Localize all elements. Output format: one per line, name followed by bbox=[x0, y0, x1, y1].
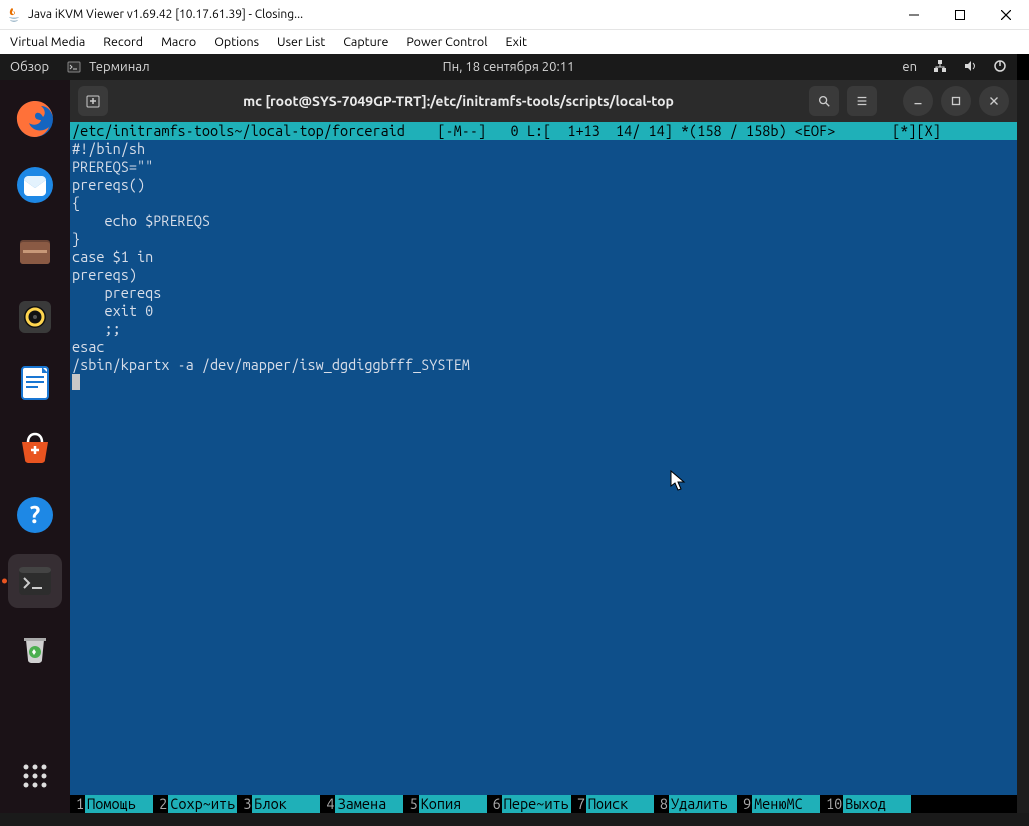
fkey-5[interactable]: 5Копия bbox=[403, 795, 486, 813]
terminal-title: mc [root@SYS-7049GP-TRT]:/etc/initramfs-… bbox=[116, 93, 801, 109]
text-cursor bbox=[72, 374, 80, 390]
close-button[interactable] bbox=[983, 0, 1029, 29]
search-icon bbox=[817, 94, 831, 108]
fkey-10[interactable]: 10Выход bbox=[820, 795, 911, 813]
hamburger-menu-button[interactable] bbox=[847, 86, 877, 116]
dock-app-thunderbird[interactable] bbox=[8, 158, 62, 212]
power-icon[interactable] bbox=[993, 59, 1007, 76]
app-menu-label: Терминал bbox=[89, 60, 149, 74]
search-button[interactable] bbox=[809, 86, 839, 116]
menu-record[interactable]: Record bbox=[103, 35, 143, 49]
activities-button[interactable]: Обзор bbox=[10, 60, 49, 74]
bottom-gutter bbox=[0, 813, 1029, 826]
terminal-window: mc [root@SYS-7049GP-TRT]:/etc/initramfs-… bbox=[70, 80, 1017, 813]
editor-file-path: /etc/initramfs-tools~/local-top/forcerai… bbox=[72, 122, 405, 140]
fkey-3[interactable]: 3Блок bbox=[237, 795, 320, 813]
menu-virtual-media[interactable]: Virtual Media bbox=[10, 35, 85, 49]
java-icon bbox=[6, 7, 22, 23]
dock-app-ubuntu-software[interactable] bbox=[8, 422, 62, 476]
clock[interactable]: Пн, 18 сентября 20:11 bbox=[443, 60, 575, 74]
terminal-icon bbox=[67, 60, 81, 74]
window-title: Java iKVM Viewer v1.69.42 [10.17.61.39] … bbox=[28, 8, 891, 21]
app-menu-terminal[interactable]: Терминал bbox=[67, 60, 149, 74]
close-icon bbox=[987, 94, 1001, 108]
menu-macro[interactable]: Macro bbox=[161, 35, 196, 49]
dock-app-terminal[interactable] bbox=[8, 554, 62, 608]
dock-app-files[interactable] bbox=[8, 224, 62, 278]
menu-user-list[interactable]: User List bbox=[277, 35, 325, 49]
mc-editor-statusbar: /etc/initramfs-tools~/local-top/forcerai… bbox=[70, 122, 1017, 140]
window-close-button[interactable] bbox=[979, 86, 1009, 116]
fkey-6[interactable]: 6Пере~ить bbox=[487, 795, 571, 813]
volume-icon[interactable] bbox=[963, 59, 977, 76]
menu-power-control[interactable]: Power Control bbox=[406, 35, 487, 49]
fkey-1[interactable]: 1Помощь bbox=[70, 795, 153, 813]
window-minimize-button[interactable] bbox=[903, 86, 933, 116]
fkey-4[interactable]: 4Замена bbox=[320, 795, 403, 813]
network-icon[interactable] bbox=[933, 59, 947, 76]
ubuntu-dock: ? bbox=[0, 80, 70, 813]
editor-status-info: [-M--] 0 L:[ 1+13 14/ 14] *(158 / 158b) … bbox=[405, 122, 1015, 140]
fkey-9[interactable]: 9МенюMC bbox=[737, 795, 820, 813]
viewer-menu-bar: Virtual Media Record Macro Options User … bbox=[0, 30, 1029, 54]
mc-editor-body[interactable]: #!/bin/sh PREREQS="" prereqs() { echo $P… bbox=[70, 140, 1017, 795]
remote-desktop-viewport: Обзор Терминал Пн, 18 сентября 20:11 en … bbox=[0, 54, 1029, 826]
new-tab-icon bbox=[85, 93, 101, 109]
mouse-cursor-icon bbox=[670, 470, 686, 492]
fkey-2[interactable]: 2Сохр~ить bbox=[153, 795, 237, 813]
new-tab-button[interactable] bbox=[78, 86, 108, 116]
minimize-button[interactable] bbox=[891, 0, 937, 29]
dock-app-trash[interactable] bbox=[8, 620, 62, 674]
maximize-button[interactable] bbox=[937, 0, 983, 29]
menu-capture[interactable]: Capture bbox=[343, 35, 388, 49]
hamburger-icon bbox=[855, 94, 869, 108]
editor-code: #!/bin/sh PREREQS="" prereqs() { echo $P… bbox=[72, 140, 470, 373]
input-language[interactable]: en bbox=[902, 60, 917, 74]
fkey-7[interactable]: 7Поиск bbox=[571, 795, 654, 813]
java-viewer-titlebar: Java iKVM Viewer v1.69.42 [10.17.61.39] … bbox=[0, 0, 1029, 30]
gnome-top-bar: Обзор Терминал Пн, 18 сентября 20:11 en bbox=[0, 54, 1017, 80]
dock-app-libreoffice-writer[interactable] bbox=[8, 356, 62, 410]
dock-app-help[interactable]: ? bbox=[8, 488, 62, 542]
dock-app-rhythmbox[interactable] bbox=[8, 290, 62, 344]
fkey-8[interactable]: 8Удалить bbox=[654, 795, 737, 813]
menu-exit[interactable]: Exit bbox=[506, 35, 527, 49]
maximize-icon bbox=[949, 94, 963, 108]
scrollbar-gutter[interactable] bbox=[1017, 80, 1029, 813]
dock-app-firefox[interactable] bbox=[8, 92, 62, 146]
window-maximize-button[interactable] bbox=[941, 86, 971, 116]
menu-options[interactable]: Options bbox=[214, 35, 259, 49]
terminal-header: mc [root@SYS-7049GP-TRT]:/etc/initramfs-… bbox=[70, 80, 1017, 122]
svg-text:?: ? bbox=[30, 501, 41, 528]
show-applications-button[interactable] bbox=[8, 749, 62, 803]
minimize-icon bbox=[911, 94, 925, 108]
mc-function-keys: 1Помощь 2Сохр~ить 3Блок 4Замена 5Копия 6… bbox=[70, 795, 1017, 813]
